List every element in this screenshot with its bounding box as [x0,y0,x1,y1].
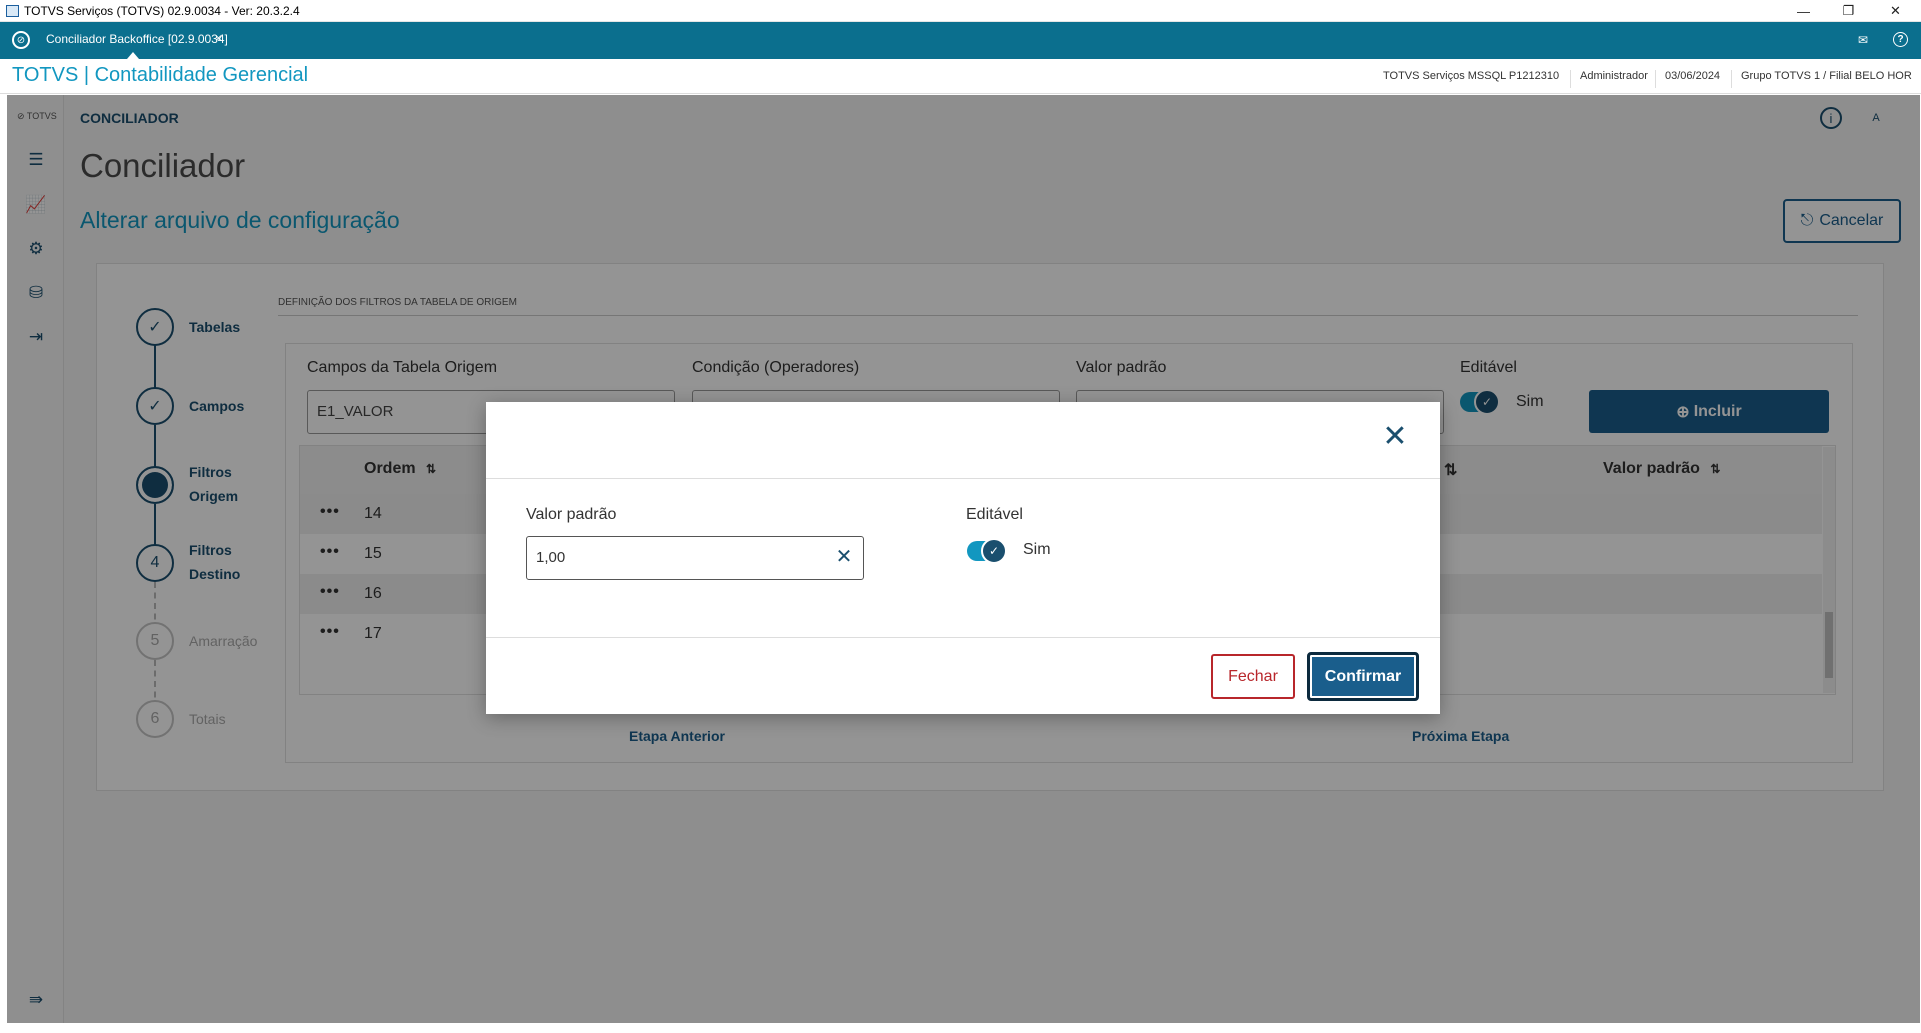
window-titlebar: TOTVS Serviços (TOTVS) 02.9.0034 - Ver: … [0,0,1921,22]
modal-divider [486,637,1440,638]
minimize-button[interactable]: — [1781,0,1826,22]
tab-close-icon[interactable]: × [215,31,222,45]
close-icon[interactable]: ✕ [1380,422,1410,452]
app-tabbar: ⊘ Conciliador Backoffice [02.9.0034] × ✉… [0,22,1921,59]
product-brand: TOTVS | Contabilidade Gerencial [12,64,309,86]
restore-button[interactable]: ❐ [1826,0,1871,22]
modal-valor-input[interactable]: 1,00 [526,536,864,580]
active-tab-marker [127,52,139,59]
modal-valor-label: Valor padrão [526,506,617,523]
totvs-home-icon[interactable]: ⊘ [12,31,30,49]
window-title: TOTVS Serviços (TOTVS) 02.9.0034 - Ver: … [24,4,300,18]
product-header: TOTVS | Contabilidade Gerencial TOTVS Se… [0,59,1921,94]
modal-editavel-value: Sim [1023,541,1051,558]
check-icon: ✓ [981,538,1007,564]
clear-input-icon[interactable]: ✕ [832,545,856,569]
confirmar-button[interactable]: Confirmar [1307,652,1419,701]
modal-divider [486,478,1440,479]
company-info: Grupo TOTVS 1 / Filial BELO HOR [1731,70,1921,88]
modal-editavel-toggle[interactable]: ✓ [967,538,1007,564]
app-window-icon [6,5,19,17]
modal-editavel-label: Editável [966,506,1023,523]
tab-conciliador-backoffice[interactable]: Conciliador Backoffice [02.9.0034] [44,22,236,59]
edit-value-modal: ✕ Valor padrão 1,00 ✕ Editável ✓ Sim Fec… [486,402,1440,714]
user-info: Administrador [1570,70,1657,88]
help-icon[interactable]: ? [1893,32,1908,47]
fechar-button[interactable]: Fechar [1211,654,1295,699]
date-info: 03/06/2024 [1655,70,1729,88]
mail-icon[interactable]: ✉ [1855,32,1871,48]
window-close-button[interactable]: ✕ [1873,0,1918,22]
server-info: TOTVS Serviços MSSQL P1212310 [1383,70,1560,82]
